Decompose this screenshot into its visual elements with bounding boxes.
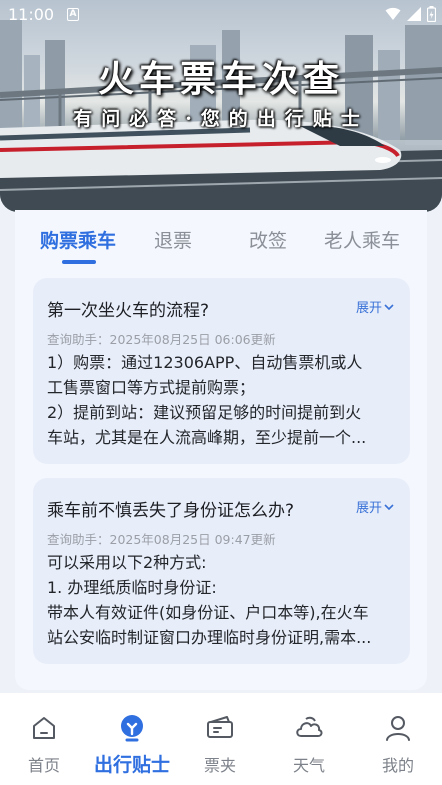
nav-label: 我的 xyxy=(381,756,414,775)
bottom-nav: 首页 出行贴士 票夹 天气 我的 xyxy=(0,693,442,785)
signal-icon xyxy=(407,7,421,21)
answer-line: 1. 办理纸质临时身份证: xyxy=(47,578,217,597)
nav-profile[interactable]: 我的 xyxy=(354,693,442,785)
expand-button[interactable]: 展开 xyxy=(356,297,394,316)
nav-tickets[interactable]: 票夹 xyxy=(176,693,264,785)
chevron-down-icon xyxy=(384,303,394,310)
faq-answer: 1）购票：通过12306APP、自动售票机或人 工售票窗口等方式提前购票； 2）… xyxy=(47,350,397,450)
faq-card[interactable]: 乘车前不慎丢失了身份证怎么办? 展开 查询助手：2025年08月25日 09:4… xyxy=(33,478,410,664)
ticket-icon xyxy=(207,716,233,738)
answer-line: 可以采用以下2种方式: xyxy=(47,553,207,572)
faq-meta: 查询助手：2025年08月25日 09:47更新 xyxy=(47,532,276,547)
tab-buy-ticket[interactable]: 购票乘车 xyxy=(40,226,116,253)
answer-line: 工售票窗口等方式提前购票； xyxy=(47,378,256,397)
faq-card[interactable]: 第一次坐火车的流程? 展开 查询助手：2025年08月25日 06:06更新 1… xyxy=(33,278,410,464)
category-tabs: 购票乘车 退票 改签 老人乘车 xyxy=(15,220,427,270)
tab-refund[interactable]: 退票 xyxy=(154,226,192,253)
faq-question: 第一次坐火车的流程? xyxy=(47,301,210,321)
status-bar: 11:00 A xyxy=(0,0,442,30)
faq-question: 乘车前不慎丢失了身份证怎么办? xyxy=(47,501,295,521)
expand-label: 展开 xyxy=(355,501,382,516)
answer-line: 站公安临时制证窗口办理临时身份证明,需本... xyxy=(47,628,372,647)
battery-icon xyxy=(427,6,436,22)
status-time: 11:00 xyxy=(8,5,55,24)
answer-line: 1）购票：通过12306APP、自动售票机或人 xyxy=(47,353,363,372)
tab-elderly[interactable]: 老人乘车 xyxy=(324,226,400,253)
nav-label: 票夹 xyxy=(203,756,236,775)
answer-line: 带本人有效证件(如身份证、户口本等),在火车 xyxy=(47,603,369,622)
wifi-icon xyxy=(385,7,401,20)
hero-subtitle: 有问必答·您的出行贴士 xyxy=(73,108,369,130)
nav-label: 出行贴士 xyxy=(93,754,170,776)
tips-icon xyxy=(121,715,143,742)
hero-title: 火车票车次查 xyxy=(97,58,344,100)
nav-tips[interactable]: 出行贴士 xyxy=(88,693,176,785)
user-icon xyxy=(386,716,410,741)
nav-label: 首页 xyxy=(27,756,60,775)
home-icon xyxy=(33,717,55,739)
expand-button[interactable]: 展开 xyxy=(356,497,394,516)
expand-label: 展开 xyxy=(355,301,382,316)
nav-home[interactable]: 首页 xyxy=(0,693,88,785)
nav-weather[interactable]: 天气 xyxy=(265,693,353,785)
chevron-down-icon xyxy=(384,503,394,510)
weather-icon xyxy=(296,716,323,737)
notification-a-icon: A xyxy=(67,8,79,21)
hero-banner: 11:00 A 火车票车次查 有问必答·您的出行贴士 xyxy=(0,0,442,212)
answer-line: 车站，尤其是在人流高峰期，至少提前一个... xyxy=(47,428,367,447)
status-right-icons xyxy=(385,6,436,22)
tab-change[interactable]: 改签 xyxy=(249,226,287,253)
active-tab-indicator xyxy=(62,260,96,264)
faq-meta: 查询助手：2025年08月25日 06:06更新 xyxy=(47,332,276,347)
faq-answer: 可以采用以下2种方式: 1. 办理纸质临时身份证: 带本人有效证件(如身份证、户… xyxy=(47,550,397,650)
answer-line: 2）提前到站：建议预留足够的时间提前到火 xyxy=(47,403,362,422)
nav-label: 天气 xyxy=(292,756,325,775)
